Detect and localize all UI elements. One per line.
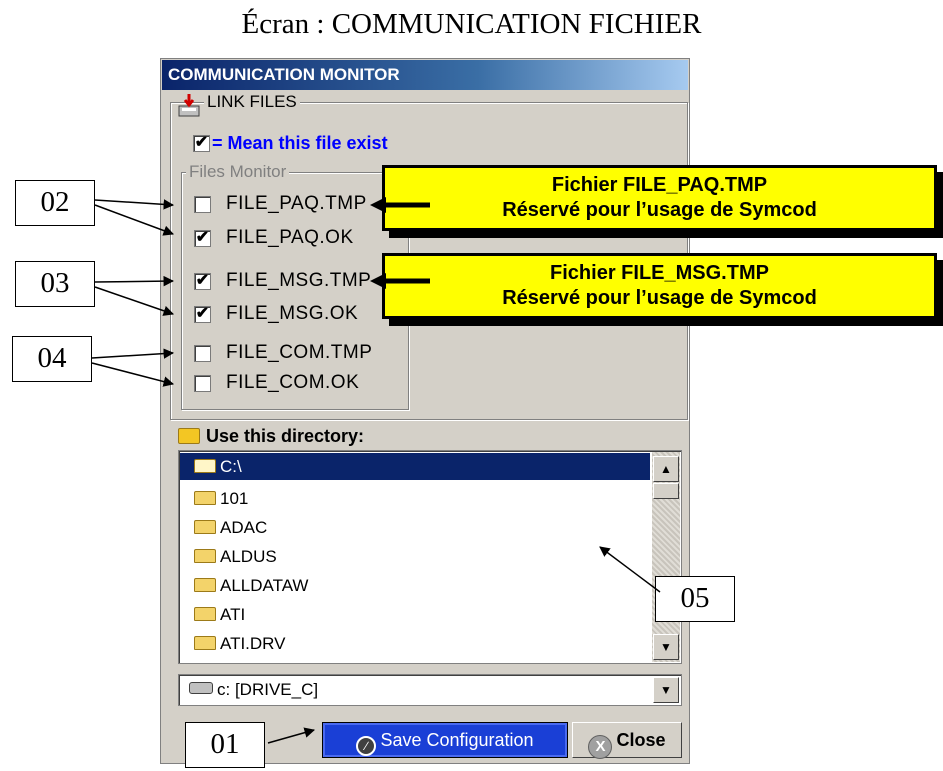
annotation-arrows: [91, 197, 661, 744]
arrow-callout-paq-head: [370, 197, 386, 213]
arrow-callout-msg-head: [370, 273, 386, 289]
arrow-04-com-ok: [91, 362, 175, 387]
arrow-01-save: [267, 727, 316, 744]
arrow-04-com-tmp: [91, 348, 175, 359]
arrow-03-msg-tmp: [94, 275, 175, 287]
arrow-02-paq-ok: [94, 204, 174, 236]
arrow-02-paq-tmp: [94, 199, 175, 210]
arrow-05-listbox: [599, 546, 661, 593]
arrow-03-msg-ok: [94, 286, 174, 316]
